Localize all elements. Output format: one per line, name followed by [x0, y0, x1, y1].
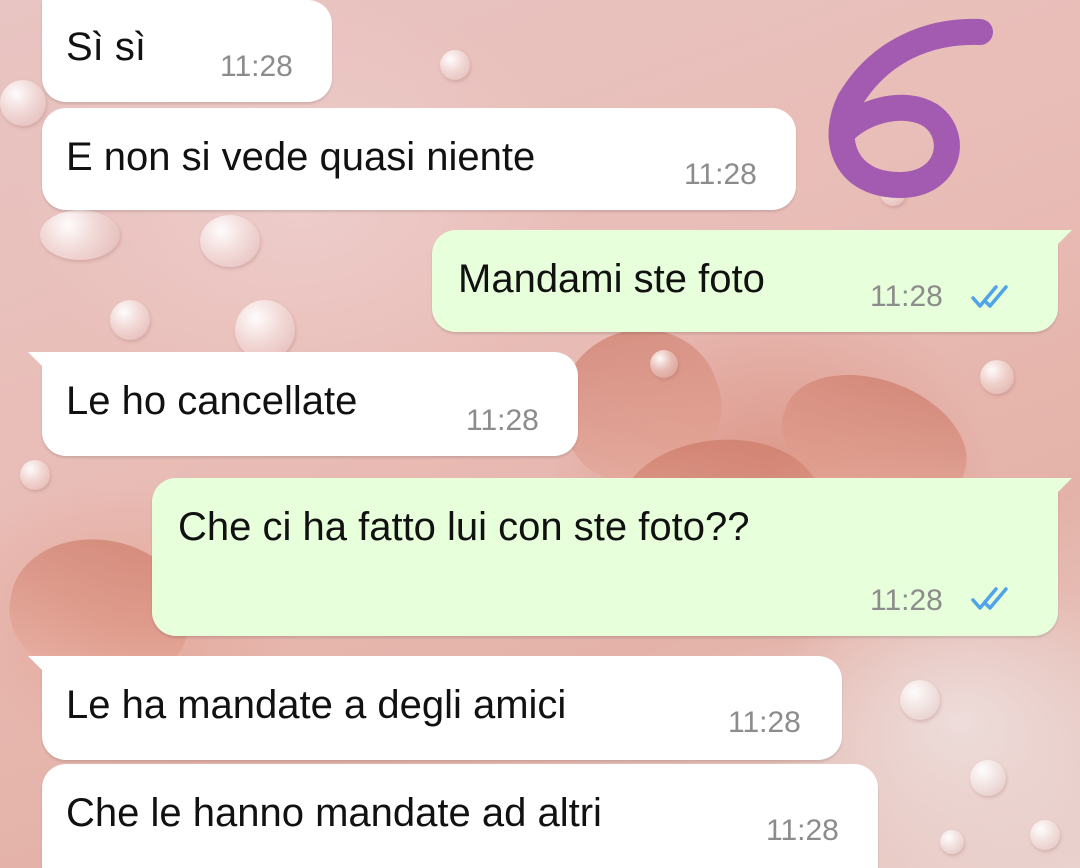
read-double-check-icon: [971, 285, 1008, 308]
water-drop: [970, 760, 1006, 796]
read-double-check-icon: [971, 587, 1008, 610]
message-time: 11:28: [728, 706, 801, 739]
water-drop: [980, 360, 1014, 394]
incoming-message-bubble[interactable]: Sì sì 11:28: [42, 0, 332, 102]
incoming-message-bubble[interactable]: E non si vede quasi niente 11:28: [42, 108, 796, 210]
incoming-message-bubble[interactable]: Che le hanno mandate ad altri 11:28: [42, 764, 878, 868]
water-drop: [940, 830, 964, 854]
water-drop: [900, 680, 940, 720]
message-time: 11:28: [870, 280, 943, 313]
message-time: 11:28: [466, 404, 539, 437]
message-time: 11:28: [220, 50, 293, 83]
message-text: E non si vede quasi niente: [66, 135, 536, 179]
water-drop: [40, 210, 120, 260]
message-time: 11:28: [684, 158, 757, 191]
bubble-tail: [28, 656, 50, 678]
bubble-tail: [1050, 230, 1072, 252]
water-drop: [20, 460, 50, 490]
message-time: 11:28: [870, 584, 943, 617]
water-drop: [1030, 820, 1060, 850]
message-text: Le ha mandate a degli amici: [66, 683, 567, 727]
water-drop: [235, 300, 295, 360]
water-drop: [650, 350, 678, 378]
incoming-message-bubble[interactable]: Le ho cancellate 11:28: [28, 352, 578, 456]
message-time: 11:28: [766, 814, 839, 847]
outgoing-message-bubble[interactable]: Mandami ste foto 11:28: [432, 230, 1072, 332]
outgoing-message-bubble[interactable]: Che ci ha fatto lui con ste foto?? 11:28: [152, 478, 1072, 636]
bubble-tail: [28, 352, 50, 374]
message-text: Che ci ha fatto lui con ste foto??: [178, 505, 750, 549]
message-text: Che le hanno mandate ad altri: [66, 791, 602, 835]
message-text: Sì sì: [66, 25, 147, 69]
water-drop: [110, 300, 150, 340]
water-drop: [200, 215, 260, 267]
bubble-tail: [1050, 478, 1072, 500]
water-drop: [0, 80, 46, 126]
water-drop: [440, 50, 470, 80]
message-text: Mandami ste foto: [458, 257, 765, 301]
message-text: Le ho cancellate: [66, 379, 358, 423]
incoming-message-bubble[interactable]: Le ha mandate a degli amici 11:28: [28, 656, 842, 760]
handwritten-number-annotation: [828, 18, 993, 198]
